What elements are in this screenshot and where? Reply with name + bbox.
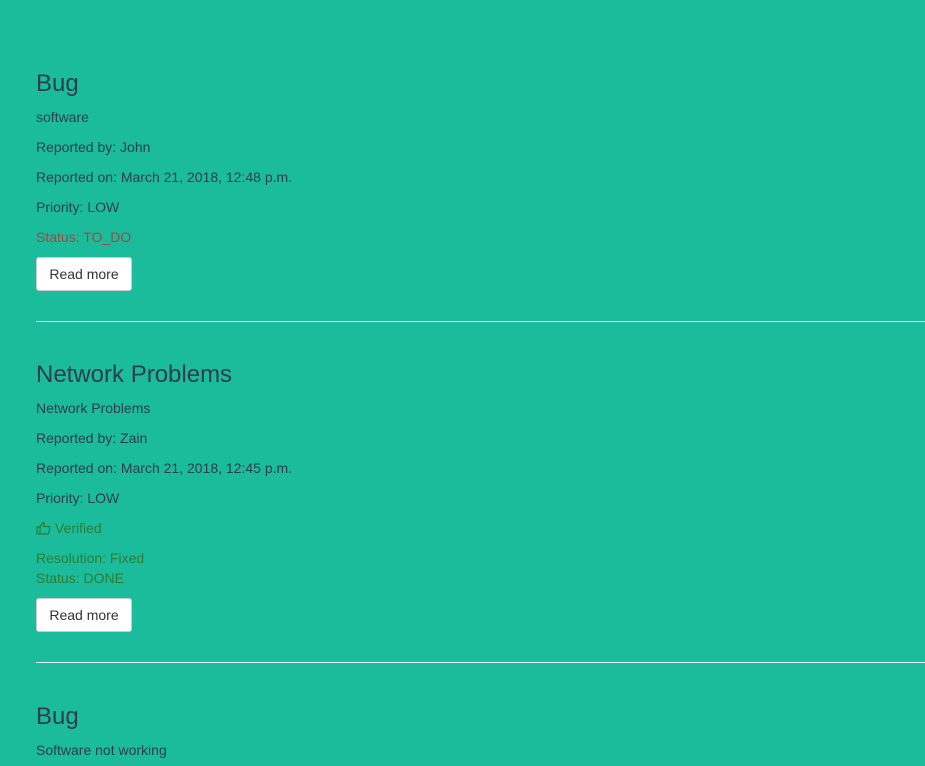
priority: Priority: LOW: [36, 199, 120, 215]
issue-description: Network Problems: [36, 400, 151, 416]
issue-title: Bug: [36, 703, 79, 730]
reported-on: Reported on: March 21, 2018, 12:48 p.m.: [36, 169, 293, 185]
status: Status: TO_DO: [36, 229, 132, 245]
issue-card: Network Problems Network Problems Report…: [36, 361, 925, 632]
reported-by: Reported by: John: [36, 139, 151, 155]
reported-on: Reported on: March 21, 2018, 12:45 p.m.: [36, 460, 293, 476]
issue-title: Bug: [36, 70, 79, 97]
issue-card: Bug software Reported by: John Reported …: [36, 70, 925, 291]
issue-card: Bug Software not working: [36, 703, 925, 758]
issue-description: software: [36, 109, 89, 125]
issue-title: Network Problems: [36, 361, 233, 388]
read-more-button[interactable]: Read more: [36, 257, 132, 291]
thumbs-up-icon: [36, 521, 51, 535]
read-more-button[interactable]: Read more: [36, 598, 132, 632]
issue-list-page: Bug software Reported by: John Reported …: [0, 0, 925, 766]
verified-label: Verified: [55, 520, 102, 536]
reported-by: Reported by: Zain: [36, 430, 148, 446]
status: Status: DONE: [36, 570, 124, 586]
divider: [36, 662, 925, 663]
priority: Priority: LOW: [36, 490, 120, 506]
divider: [36, 321, 925, 322]
issue-description: Software not working: [36, 742, 167, 758]
verified-indicator: Verified: [36, 520, 102, 536]
resolution: Resolution: Fixed: [36, 550, 145, 566]
